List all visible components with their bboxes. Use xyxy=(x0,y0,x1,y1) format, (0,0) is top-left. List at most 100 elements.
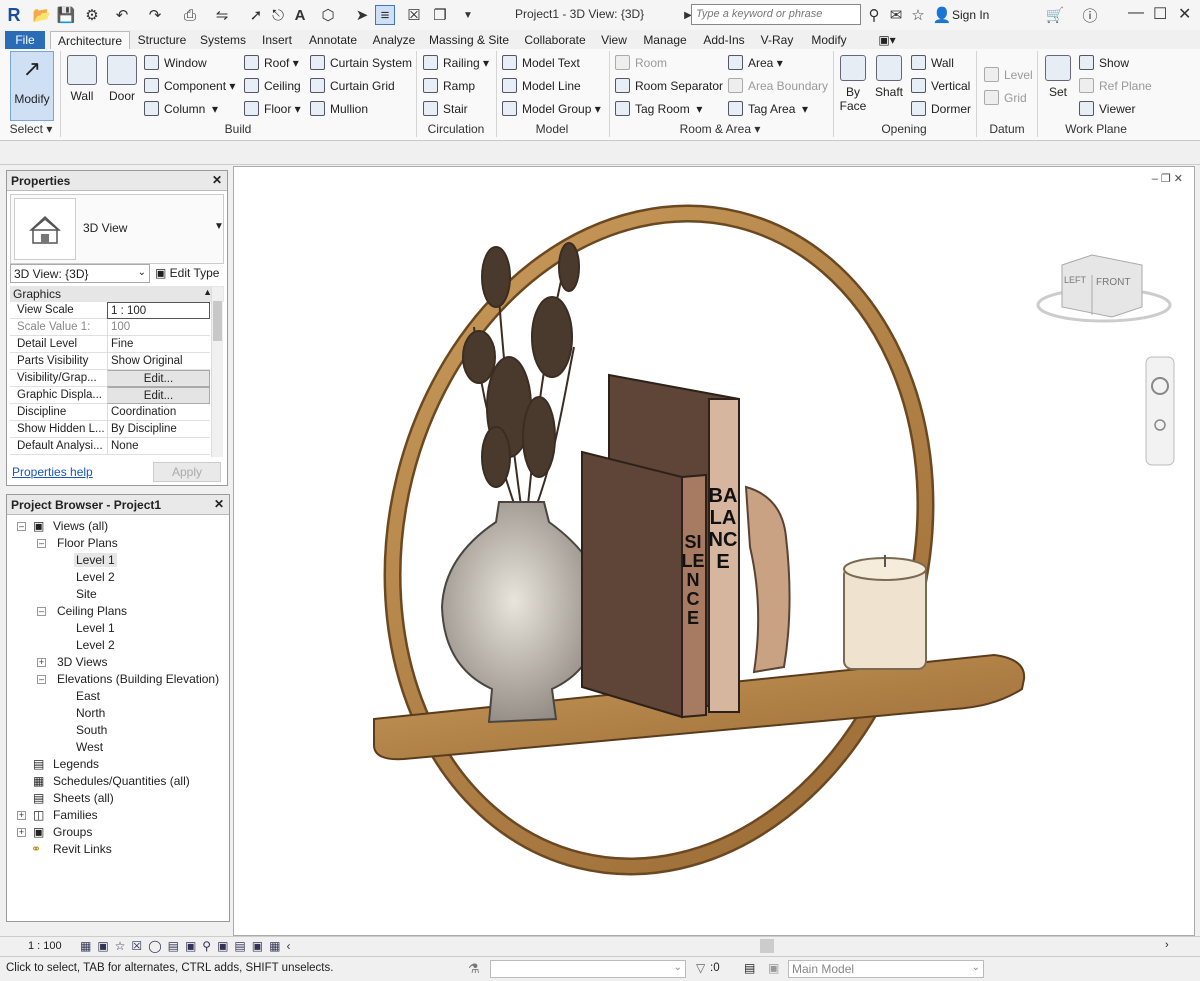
room-button[interactable]: Room xyxy=(615,55,667,70)
tree-elevations[interactable]: Elevations (Building Elevation) xyxy=(57,672,219,686)
text-icon[interactable]: A xyxy=(290,5,310,25)
tab-collaborate[interactable]: Collaborate xyxy=(517,31,593,49)
tab-manage[interactable]: Manage xyxy=(640,31,690,49)
door-button[interactable]: Door xyxy=(104,55,140,103)
tab-file[interactable]: File xyxy=(5,31,45,49)
modify-button[interactable]: ↗ Modify xyxy=(10,51,54,121)
tag-icon[interactable]: ⎋ xyxy=(268,5,288,25)
section-icon[interactable]: ➤ xyxy=(352,5,372,25)
apply-button[interactable]: Apply xyxy=(153,462,221,482)
ramp-button[interactable]: Ramp xyxy=(423,78,475,93)
tab-modify[interactable]: Modify xyxy=(805,31,853,49)
floor-button[interactable]: Floor ▾ xyxy=(244,101,301,116)
tree-groups[interactable]: Groups xyxy=(53,825,92,839)
properties-scrollbar[interactable] xyxy=(211,287,223,457)
show-work-plane-button[interactable]: Show xyxy=(1079,55,1129,70)
stair-button[interactable]: Stair xyxy=(423,101,468,116)
close-icon[interactable]: ✕ xyxy=(214,497,224,511)
tag-room-button[interactable]: Tag Room ▾ xyxy=(615,101,702,116)
tag-area-button[interactable]: Tag Area ▾ xyxy=(728,101,808,116)
switch-windows-icon[interactable]: ❐ xyxy=(430,5,450,25)
dimension-icon[interactable]: ➚ xyxy=(246,5,266,25)
ref-plane-button[interactable]: Ref Plane xyxy=(1079,78,1152,93)
measure-icon[interactable]: ⇋ xyxy=(212,5,232,25)
expand-icon[interactable]: + xyxy=(17,828,26,837)
communication-icon[interactable]: ✉ xyxy=(886,5,906,25)
properties-help-link[interactable]: Properties help xyxy=(12,465,93,479)
type-selector[interactable]: 3D View ▼ xyxy=(10,194,224,264)
tab-systems[interactable]: Systems xyxy=(196,31,250,49)
area-boundary-button[interactable]: Area Boundary xyxy=(728,78,828,93)
window-button[interactable]: Window xyxy=(144,55,207,70)
expand-icon[interactable]: + xyxy=(37,658,46,667)
tree-elevation-east[interactable]: East xyxy=(76,689,100,703)
close-button[interactable]: ✕ xyxy=(1178,4,1191,24)
maximize-button[interactable]: ☐ xyxy=(1153,4,1167,24)
save-icon[interactable]: 💾 xyxy=(56,5,76,25)
curtain-grid-button[interactable]: Curtain Grid xyxy=(310,78,395,93)
set-work-plane-button[interactable]: Set xyxy=(1042,55,1074,99)
graphics-section-header[interactable]: Graphics▲▲ xyxy=(10,286,224,302)
tree-floor-plan-level-1[interactable]: Level 1 xyxy=(74,553,117,567)
column-button[interactable]: Column ▾ xyxy=(144,101,218,116)
help-icon[interactable]: ⓘ xyxy=(1080,5,1100,25)
visibility-edit-button[interactable]: Edit... xyxy=(107,370,210,387)
tab-options-icon[interactable]: ▣▾ xyxy=(872,31,902,49)
tree-elevation-south[interactable]: South xyxy=(76,723,107,737)
area-button[interactable]: Area ▾ xyxy=(728,55,783,70)
user-icon[interactable]: 👤 xyxy=(932,5,952,25)
vertical-opening-button[interactable]: Vertical xyxy=(911,78,970,93)
roof-button[interactable]: Roof ▾ xyxy=(244,55,299,70)
search-input[interactable]: Type a keyword or phrase xyxy=(691,4,861,25)
default-3d-icon[interactable]: ⬡ xyxy=(318,5,338,25)
workset-select[interactable]: ⌄ xyxy=(490,960,686,978)
close-icon[interactable]: ✕ xyxy=(212,173,222,187)
tree-elevation-west[interactable]: West xyxy=(76,740,103,754)
grid-button[interactable]: Grid xyxy=(984,90,1027,105)
print-icon[interactable]: ⎙ xyxy=(180,5,200,25)
minimize-button[interactable]: — xyxy=(1128,4,1144,22)
filter-icon[interactable]: ▽ xyxy=(696,961,705,975)
favorites-star-icon[interactable]: ☆ xyxy=(908,5,928,25)
curtain-system-button[interactable]: Curtain System xyxy=(310,55,412,70)
tree-floor-plan-level-2[interactable]: Level 2 xyxy=(76,570,115,584)
collapse-icon[interactable]: – xyxy=(37,539,46,548)
shaft-button[interactable]: Shaft xyxy=(872,55,906,99)
parts-visibility-field[interactable]: Show Original xyxy=(107,353,210,370)
tab-insert[interactable]: Insert xyxy=(256,31,298,49)
model-text-button[interactable]: Model Text xyxy=(502,55,580,70)
sync-icon[interactable]: ⚙ xyxy=(82,5,102,25)
close-hidden-icon[interactable]: ☒ xyxy=(404,5,424,25)
discipline-field[interactable]: Coordination xyxy=(107,404,210,421)
chevron-down-icon[interactable]: ▼ xyxy=(214,221,224,232)
select-panel-label[interactable]: Select ▾ xyxy=(8,122,54,136)
viewer-button[interactable]: Viewer xyxy=(1079,101,1135,116)
component-button[interactable]: Component ▾ xyxy=(144,78,235,93)
tree-floor-plans[interactable]: Floor Plans xyxy=(57,536,118,550)
horizontal-scrollbar-thumb[interactable] xyxy=(760,939,774,953)
binoculars-icon[interactable]: ⚲ xyxy=(864,5,884,25)
tree-schedules[interactable]: Schedules/Quantities (all) xyxy=(53,774,190,788)
tree-views-all[interactable]: Views (all) xyxy=(53,519,108,533)
revit-logo-icon[interactable]: R xyxy=(4,5,24,25)
collapse-icon[interactable]: – xyxy=(17,522,26,531)
wall-opening-button[interactable]: Wall xyxy=(911,55,954,70)
editable-only-icon[interactable]: ▣ xyxy=(768,961,779,975)
3d-viewport[interactable]: –❐✕ BALANCE SILENCE LEFT FRONT xyxy=(233,166,1195,936)
tree-3d-views[interactable]: 3D Views xyxy=(57,655,107,669)
tree-floor-plan-site[interactable]: Site xyxy=(76,587,97,601)
wall-button[interactable]: Wall xyxy=(64,55,100,103)
show-hidden-lines-field[interactable]: By Discipline xyxy=(107,421,210,438)
customize-qat-icon[interactable]: ▼ xyxy=(458,5,478,25)
tab-structure[interactable]: Structure xyxy=(133,31,191,49)
room-area-panel-label[interactable]: Room & Area ▾ xyxy=(670,122,770,136)
ceiling-button[interactable]: Ceiling xyxy=(244,78,301,93)
level-button[interactable]: Level xyxy=(984,67,1033,82)
tree-elevation-north[interactable]: North xyxy=(76,706,105,720)
view-instance-select[interactable]: 3D View: {3D} ⌄ xyxy=(10,264,150,283)
railing-button[interactable]: Railing ▾ xyxy=(423,55,489,70)
tree-legends[interactable]: Legends xyxy=(53,757,99,771)
open-icon[interactable]: 📂 xyxy=(32,5,52,25)
design-options-icon[interactable]: ▤ xyxy=(744,961,755,975)
model-line-button[interactable]: Model Line xyxy=(502,78,581,93)
